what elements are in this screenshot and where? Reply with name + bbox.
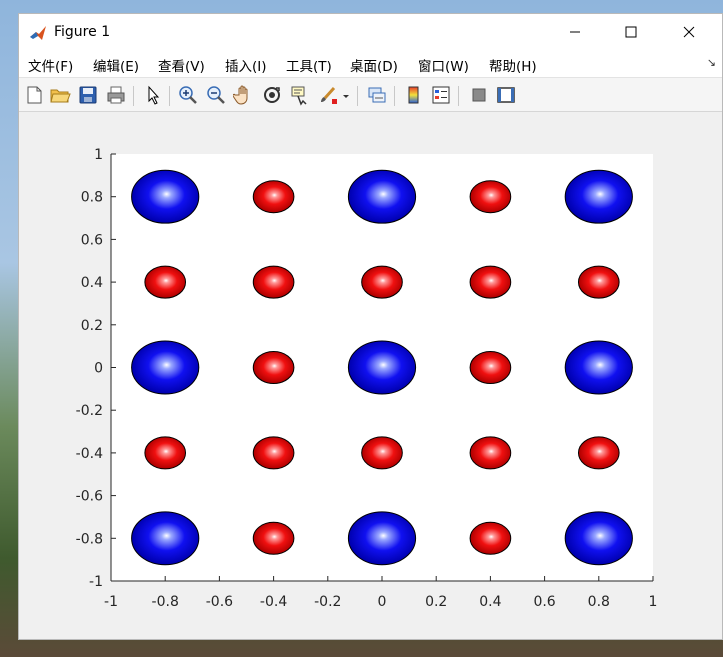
y-tick-label: -1: [89, 574, 103, 590]
x-tick-label: -0.8: [152, 594, 179, 610]
blue-sphere-marker: [131, 340, 200, 395]
red-sphere-marker: [361, 265, 403, 299]
menu-desktop[interactable]: 桌面(D): [350, 55, 398, 75]
red-sphere-marker: [577, 265, 620, 299]
new-figure-icon[interactable]: [23, 84, 45, 106]
toolbar-separator: [357, 86, 358, 106]
zoom-out-icon[interactable]: [205, 84, 227, 106]
toolbar-separator: [169, 86, 170, 106]
zoom-in-icon[interactable]: [177, 84, 199, 106]
maximize-button[interactable]: [602, 14, 660, 50]
window-title: Figure 1: [54, 24, 111, 40]
y-tick-label: 0.4: [81, 275, 103, 291]
red-sphere-marker: [252, 521, 295, 555]
brush-dropdown-icon[interactable]: [341, 84, 351, 106]
x-tick-label: 0.2: [425, 594, 447, 610]
link-plot-icon[interactable]: [366, 84, 388, 106]
toolbar-separator: [133, 86, 134, 106]
x-tick-label: 1: [649, 594, 658, 610]
y-tick-label: 0.6: [81, 232, 103, 248]
figure-window: Figure 1 文件(F) 编辑(E) 查看(V) 插入(I) 工具(T) 桌…: [18, 13, 723, 640]
figure-canvas[interactable]: -1 -0.8 -0.6 -0.4 -0.2 0 0.2 0.4 0.6 0.8 1 1 0.8 0.6 0…: [19, 112, 722, 639]
matlab-logo-icon: [29, 24, 47, 42]
x-tick-label: -0.6: [206, 594, 233, 610]
red-sphere-marker: [469, 521, 512, 555]
rotate-3d-icon[interactable]: [261, 84, 283, 106]
x-tick-label: 0: [378, 594, 387, 610]
close-icon: [683, 26, 695, 38]
x-tick-label: 0.4: [479, 594, 501, 610]
plot-svg[interactable]: -1 -0.8 -0.6 -0.4 -0.2 0 0.2 0.4 0.6 0.8 1 1 0.8 0.6 0…: [19, 112, 723, 639]
red-sphere-marker: [469, 265, 512, 299]
pointer-icon[interactable]: [142, 84, 164, 106]
blue-sphere-marker: [564, 511, 633, 566]
x-tick-label: -0.4: [260, 594, 287, 610]
minimize-icon: [570, 31, 580, 33]
menu-view[interactable]: 查看(V): [158, 55, 205, 75]
blue-sphere-marker: [564, 169, 633, 224]
red-sphere-marker: [361, 436, 403, 470]
show-plot-tools-icon[interactable]: [495, 84, 517, 106]
menu-bar: 文件(F) 编辑(E) 查看(V) 插入(I) 工具(T) 桌面(D) 窗口(W…: [19, 50, 722, 78]
print-icon[interactable]: [105, 84, 127, 106]
toolbar-separator: [458, 86, 459, 106]
toolbar-separator: [394, 86, 395, 106]
brush-icon[interactable]: [317, 84, 339, 106]
figure-toolbar: [19, 78, 722, 112]
minimize-button[interactable]: [546, 14, 604, 50]
save-icon[interactable]: [77, 84, 99, 106]
x-tick-label: -1: [104, 594, 118, 610]
pan-hand-icon[interactable]: [233, 84, 255, 106]
blue-sphere-marker: [347, 169, 417, 224]
red-sphere-marker: [252, 436, 295, 470]
hide-plot-tools-icon[interactable]: [468, 84, 490, 106]
y-tick-label: 0.8: [81, 190, 103, 206]
close-button[interactable]: [660, 14, 718, 50]
menu-help[interactable]: 帮助(H): [489, 55, 537, 75]
menu-edit[interactable]: 编辑(E): [93, 55, 139, 75]
x-tick-label: -0.2: [314, 594, 341, 610]
title-bar[interactable]: Figure 1: [19, 14, 722, 50]
x-tick-label: 0.8: [588, 594, 610, 610]
y-tick-label: 1: [94, 147, 103, 163]
red-sphere-marker: [144, 265, 187, 299]
red-sphere-marker: [252, 350, 295, 385]
y-tick-label: 0: [94, 361, 103, 377]
menu-tools[interactable]: 工具(T): [286, 55, 332, 75]
legend-icon[interactable]: [430, 84, 452, 106]
red-sphere-marker: [577, 436, 620, 470]
menu-window[interactable]: 窗口(W): [418, 55, 469, 75]
blue-sphere-marker: [347, 340, 417, 395]
y-tick-label: 0.2: [81, 318, 103, 334]
red-sphere-marker: [252, 265, 295, 299]
data-cursor-icon[interactable]: [289, 84, 311, 106]
maximize-icon: [625, 26, 637, 38]
menu-file[interactable]: 文件(F): [28, 55, 73, 75]
red-sphere-marker: [469, 436, 512, 470]
blue-sphere-marker: [131, 511, 200, 566]
red-sphere-marker: [469, 350, 512, 385]
blue-sphere-marker: [347, 511, 417, 566]
x-tick-label: 0.6: [533, 594, 555, 610]
open-file-icon[interactable]: [49, 84, 71, 106]
colorbar-icon[interactable]: [403, 84, 425, 106]
red-sphere-marker: [252, 180, 295, 214]
red-sphere-marker: [144, 436, 187, 470]
y-tick-label: -0.2: [76, 403, 103, 419]
y-tick-label: -0.6: [76, 489, 103, 505]
dock-arrow-icon[interactable]: ↘: [707, 56, 716, 69]
y-tick-label: -0.8: [76, 531, 103, 547]
menu-insert[interactable]: 插入(I): [225, 55, 267, 75]
blue-sphere-marker: [564, 340, 633, 395]
red-sphere-marker: [469, 180, 512, 214]
blue-sphere-marker: [131, 169, 200, 224]
y-tick-label: -0.4: [76, 446, 103, 462]
